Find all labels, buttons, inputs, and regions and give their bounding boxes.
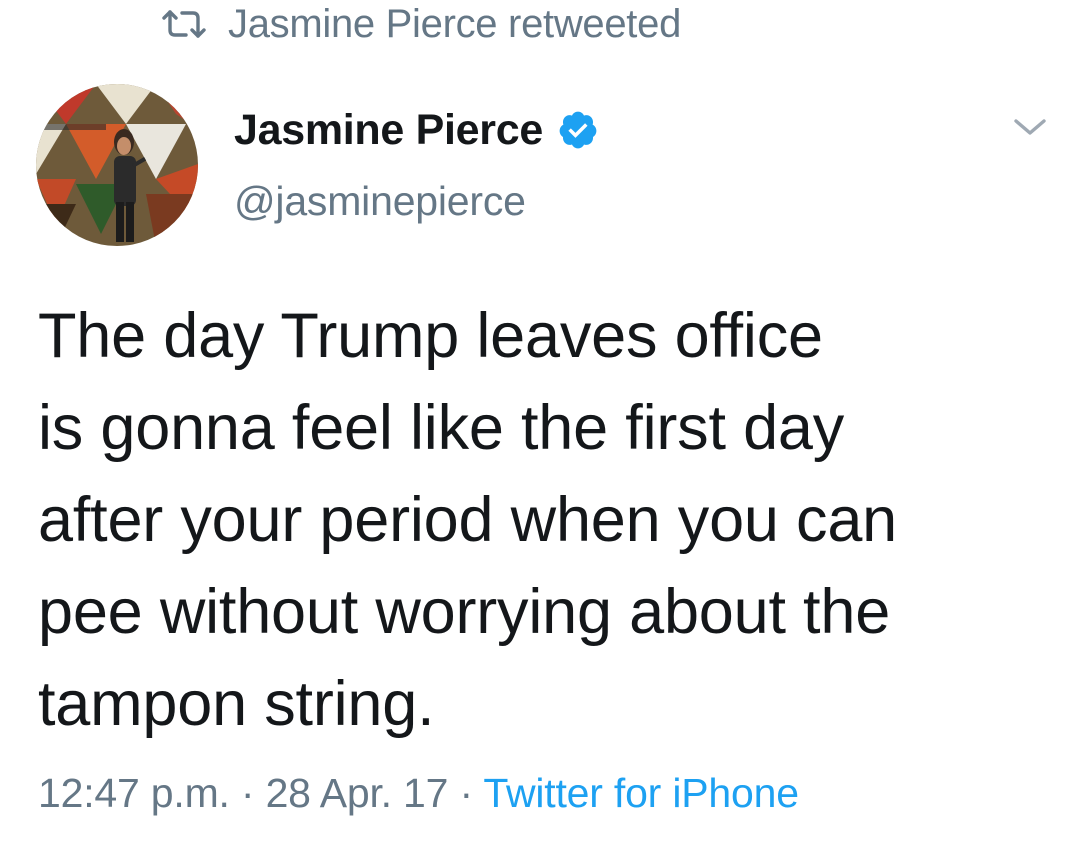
- author-display-name[interactable]: Jasmine Pierce: [234, 106, 543, 155]
- author-handle[interactable]: @jasminepierce: [234, 178, 526, 225]
- avatar-image: [36, 84, 198, 246]
- tweet-date[interactable]: 28 Apr. 17: [266, 770, 449, 816]
- tweet-card: Jasmine Pierce retweeted Jasmine Pierce: [0, 0, 1080, 862]
- meta-separator: ·: [448, 770, 484, 816]
- tweet-line: tampon string.: [38, 669, 435, 739]
- chevron-down-icon[interactable]: [1010, 112, 1050, 142]
- author-name-row[interactable]: Jasmine Pierce: [234, 100, 599, 160]
- retweet-context[interactable]: Jasmine Pierce retweeted: [162, 2, 681, 46]
- tweet-line: is gonna feel like the first day: [38, 393, 845, 463]
- tweet-meta: 12:47 p.m. · 28 Apr. 17 · Twitter for iP…: [38, 770, 799, 830]
- tweet-line: after your period when you can: [38, 485, 898, 555]
- verified-badge-icon: [559, 111, 597, 149]
- meta-separator: ·: [229, 770, 266, 816]
- retweet-label: Jasmine Pierce retweeted: [228, 1, 682, 46]
- tweet-line: pee without worrying about the: [38, 577, 891, 647]
- tweet-time[interactable]: 12:47 p.m.: [38, 770, 230, 816]
- avatar[interactable]: [36, 84, 198, 246]
- tweet-body: The day Trump leaves office is gonna fee…: [38, 290, 1058, 750]
- tweet-line: The day Trump leaves office: [38, 301, 823, 371]
- tweet-source-link[interactable]: Twitter for iPhone: [483, 770, 799, 816]
- retweet-icon: [162, 10, 206, 38]
